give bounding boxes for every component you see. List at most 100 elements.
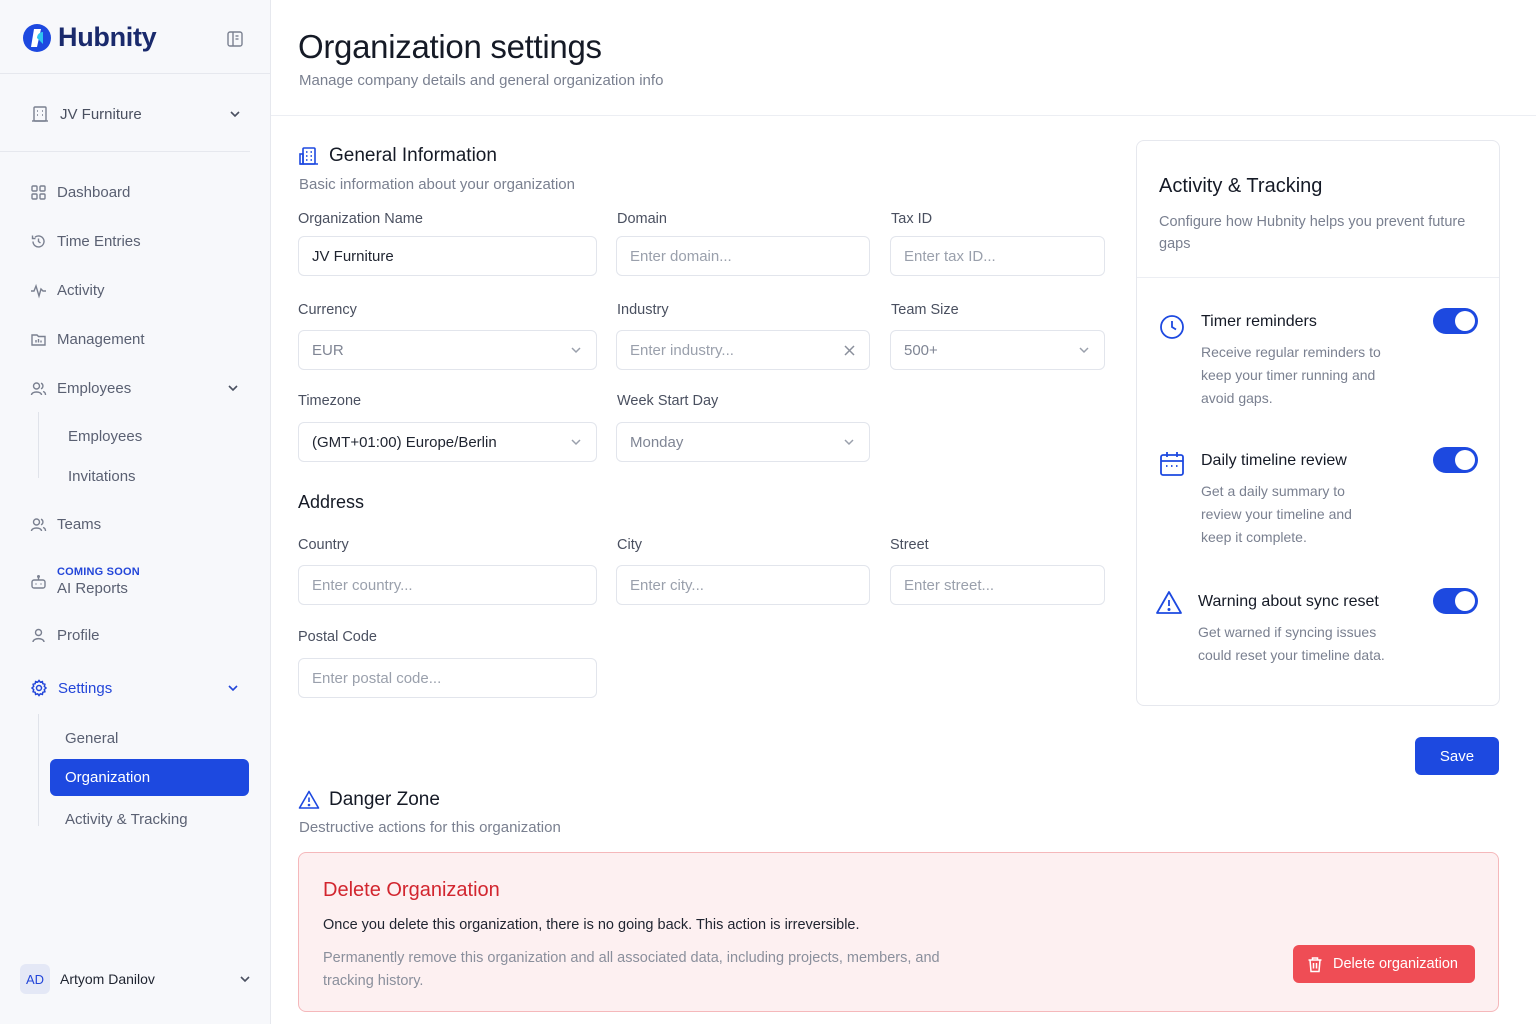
city-field[interactable] (616, 565, 870, 605)
postal-code-input[interactable] (312, 669, 583, 687)
week-start-value: Monday (630, 433, 684, 451)
org-name-input[interactable] (312, 247, 583, 265)
tax-id-label: Tax ID (891, 211, 933, 227)
daily-timeline-review-toggle[interactable] (1433, 447, 1478, 473)
nav-employees[interactable]: Employees (30, 375, 250, 401)
coming-soon-badge: COMING SOON (57, 566, 140, 578)
street-input[interactable] (904, 576, 1091, 594)
activity-pulse-icon (31, 283, 46, 298)
gear-icon (30, 679, 48, 697)
domain-field[interactable] (616, 236, 870, 276)
robot-icon (31, 574, 46, 589)
page-title: Organization settings (298, 28, 602, 65)
nav-activity[interactable]: Activity (30, 277, 105, 303)
country-input[interactable] (312, 576, 583, 594)
subnav-organization[interactable]: Organization (50, 759, 249, 796)
sync-reset-warning-toggle[interactable] (1433, 588, 1478, 614)
history-clock-icon (31, 234, 45, 248)
industry-label: Industry (617, 302, 669, 318)
timezone-label: Timezone (298, 393, 362, 409)
postal-code-label: Postal Code (298, 629, 377, 645)
delete-organization-panel: Delete Organization Once you delete this… (298, 852, 1499, 1012)
city-label: City (617, 537, 642, 553)
subnav-general[interactable]: General (65, 726, 118, 750)
nav-dashboard[interactable]: Dashboard (30, 179, 130, 205)
timezone-value: (GMT+01:00) Europe/Berlin (312, 433, 497, 451)
chevron-down-icon (240, 976, 250, 983)
calendar-icon (1160, 452, 1184, 476)
timezone-select[interactable]: (GMT+01:00) Europe/Berlin (298, 422, 597, 462)
delete-organization-label: Delete organization (1333, 956, 1458, 972)
week-start-label: Week Start Day (617, 393, 719, 409)
activity-card-divider (1137, 277, 1499, 278)
nav-employees-label: Employees (57, 379, 132, 397)
currency-select[interactable]: EUR (298, 330, 597, 370)
users-icon (30, 381, 47, 395)
address-heading: Address (298, 492, 365, 512)
avatar: AD (20, 964, 50, 994)
sidebar-collapse-button[interactable] (224, 28, 246, 50)
user-name: Artyom Danilov (60, 971, 155, 987)
domain-label: Domain (617, 211, 667, 227)
country-field[interactable] (298, 565, 597, 605)
street-field[interactable] (890, 565, 1105, 605)
org-name-label: Organization Name (298, 211, 423, 227)
subnav-employees[interactable]: Employees (68, 424, 142, 448)
tax-id-input[interactable] (904, 247, 1091, 265)
activity-card-title: Activity & Tracking (1159, 175, 1323, 197)
building-icon (32, 106, 48, 122)
subnav-invitations[interactable]: Invitations (68, 464, 136, 488)
domain-input[interactable] (630, 247, 856, 265)
team-icon (30, 517, 47, 531)
week-start-select[interactable]: Monday (616, 422, 870, 462)
delete-description-text: Permanently remove this organization and… (323, 950, 940, 989)
industry-field[interactable] (616, 330, 870, 370)
activity-card-description: Configure how Hubnity helps you prevent … (1159, 214, 1466, 252)
nav-time-entries-label: Time Entries (57, 232, 141, 250)
delete-organization-button[interactable]: Delete organization (1293, 945, 1475, 983)
nav-time-entries[interactable]: Time Entries (30, 228, 141, 254)
chevron-down-icon (571, 347, 581, 354)
nav-settings[interactable]: Settings (30, 675, 250, 701)
nav-teams-label: Teams (57, 515, 102, 533)
warning-triangle-icon (1156, 591, 1182, 614)
delete-warning-text: Once you delete this organization, there… (323, 917, 860, 933)
team-size-select[interactable]: 500+ (890, 330, 1105, 370)
nav-management[interactable]: Management (30, 326, 145, 352)
nav-ai-reports[interactable]: COMING SOON AI Reports (30, 563, 140, 601)
danger-zone-heading: Danger Zone (298, 789, 440, 811)
trash-icon (1308, 956, 1322, 972)
hubnity-logo-icon (23, 23, 51, 52)
chevron-down-icon (1079, 347, 1089, 354)
delete-organization-title: Delete Organization (323, 879, 500, 901)
clear-industry-button[interactable] (843, 344, 856, 357)
org-name-field[interactable] (298, 236, 597, 276)
org-switcher-label: JV Furniture (60, 105, 142, 123)
setting-description: Receive regular reminders to keep your t… (1201, 344, 1381, 406)
currency-label: Currency (298, 302, 357, 318)
user-menu[interactable]: AD Artyom Danilov (20, 964, 252, 994)
city-input[interactable] (630, 576, 856, 594)
chevron-down-icon (228, 385, 238, 392)
building-icon (299, 147, 318, 165)
general-info-subtitle: Basic information about your organizatio… (299, 176, 575, 193)
nav-profile[interactable]: Profile (30, 622, 100, 648)
postal-code-field[interactable] (298, 658, 597, 698)
team-size-value: 500+ (904, 341, 938, 359)
brand-logo[interactable]: Hubnity (22, 22, 157, 53)
nav-activity-label: Activity (57, 281, 105, 299)
nav-teams[interactable]: Teams (30, 511, 101, 537)
subnav-activity-tracking[interactable]: Activity & Tracking (65, 807, 188, 831)
nav-ai-reports-label: AI Reports (57, 580, 128, 597)
tax-id-field[interactable] (890, 236, 1105, 276)
chevron-down-icon (230, 111, 240, 118)
danger-zone-subtitle: Destructive actions for this organizatio… (299, 819, 561, 836)
save-button[interactable]: Save (1415, 737, 1499, 775)
org-switcher[interactable]: JV Furniture (30, 100, 242, 128)
tree-line (38, 714, 39, 826)
nav-profile-label: Profile (57, 626, 100, 644)
setting-description: Get a daily summary to review your timel… (1201, 483, 1352, 545)
timer-reminders-toggle[interactable] (1433, 308, 1478, 334)
industry-input[interactable] (630, 341, 843, 359)
sidebar-toggle-icon (227, 31, 243, 47)
